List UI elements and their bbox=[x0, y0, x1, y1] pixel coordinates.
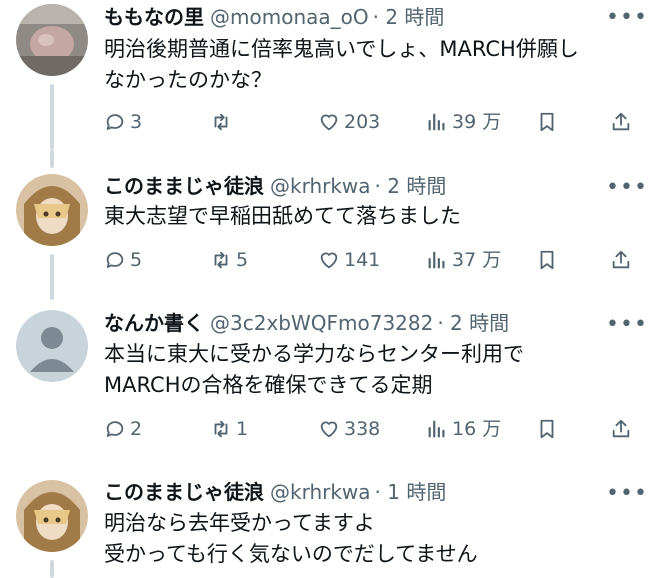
tweet-header: このままじゃ徒浪 @krhrkwa · 1 時間 bbox=[104, 479, 446, 505]
tweet-line: MARCHの合格を確保できてる定期 bbox=[104, 373, 433, 397]
tweet-text: 明治なら去年受かってますよ 受かっても行く気ないのでだしてません bbox=[104, 508, 478, 570]
like-count: 338 bbox=[344, 418, 381, 440]
heart-icon bbox=[320, 252, 338, 269]
retweet-count: 1 bbox=[236, 418, 249, 440]
like-count: 141 bbox=[344, 249, 381, 271]
timestamp[interactable]: · 2 時間 bbox=[437, 311, 509, 335]
heart-icon bbox=[320, 114, 338, 131]
tweet-line: 本当に東大に受かる学力ならセンター利用で bbox=[104, 342, 524, 366]
handle[interactable]: @krhrkwa bbox=[270, 480, 371, 504]
tweet-header: このままじゃ徒浪 @krhrkwa · 2 時間 bbox=[104, 173, 446, 199]
bookmark-icon bbox=[540, 419, 554, 439]
reply-icon bbox=[106, 114, 124, 130]
reply-count: 2 bbox=[130, 418, 143, 440]
display-name[interactable]: なんか書く bbox=[104, 311, 204, 335]
tweet-text: 東大志望で早稲田舐めてて落ちました bbox=[104, 201, 461, 232]
avatar-illustration bbox=[16, 174, 88, 246]
tweet-line: 受かっても行く気ないのでだしてません bbox=[104, 542, 478, 566]
heart-icon bbox=[320, 421, 338, 438]
thread-line bbox=[50, 560, 54, 578]
tweet-header: ももなの里 @momonaa_oO · 2 時間 bbox=[104, 4, 444, 30]
reply-button[interactable]: 2 bbox=[104, 415, 142, 443]
bookmark-button[interactable] bbox=[536, 415, 562, 443]
share-button[interactable] bbox=[610, 415, 636, 443]
share-button[interactable] bbox=[610, 108, 636, 136]
avatar-illustration bbox=[16, 480, 88, 552]
display-name[interactable]: ももなの里 bbox=[104, 5, 204, 29]
retweet-icon bbox=[214, 420, 228, 438]
views-icon bbox=[428, 113, 445, 131]
tweet-text: 本当に東大に受かる学力ならセンター利用で MARCHの合格を確保できてる定期 bbox=[104, 339, 524, 401]
reply-button[interactable]: 5 bbox=[104, 246, 142, 274]
bookmark-button[interactable] bbox=[536, 246, 562, 274]
display-name[interactable]: このままじゃ徒浪 bbox=[104, 174, 264, 198]
views-button[interactable]: 39 万 bbox=[426, 108, 501, 136]
views-button[interactable]: 37 万 bbox=[426, 246, 501, 274]
retweet-button[interactable] bbox=[210, 108, 236, 136]
avatar[interactable] bbox=[16, 480, 88, 552]
reply-count: 5 bbox=[130, 249, 143, 271]
more-icon[interactable]: ••• bbox=[606, 177, 648, 199]
tweet[interactable]: このままじゃ徒浪 @krhrkwa · 1 時間 ••• 明治なら去年受かってますよ… bbox=[0, 468, 650, 578]
handle[interactable]: @krhrkwa bbox=[270, 174, 371, 198]
view-count: 16 万 bbox=[452, 418, 502, 440]
views-icon bbox=[428, 251, 445, 269]
tweet-line: 東大志望で早稲田舐めてて落ちました bbox=[104, 204, 461, 228]
reply-icon bbox=[106, 421, 124, 437]
tweet-line: なかったのかな？ bbox=[104, 68, 272, 92]
handle[interactable]: @3c2xbWQFmo73282 bbox=[210, 311, 433, 335]
share-button[interactable] bbox=[610, 246, 636, 274]
display-name[interactable]: このままじゃ徒浪 bbox=[104, 480, 264, 504]
retweet-count: 5 bbox=[236, 249, 249, 271]
like-button[interactable]: 141 bbox=[318, 246, 380, 274]
share-icon bbox=[612, 112, 630, 131]
avatar[interactable] bbox=[16, 4, 88, 76]
views-button[interactable]: 16 万 bbox=[426, 415, 501, 443]
view-count: 37 万 bbox=[452, 249, 502, 271]
retweet-button[interactable]: 5 bbox=[210, 246, 248, 274]
reply-button[interactable]: 3 bbox=[104, 108, 142, 136]
share-icon bbox=[612, 250, 630, 269]
tweet[interactable]: なんか書く @3c2xbWQFmo73282 · 2 時間 ••• 本当に東大に受か… bbox=[0, 300, 650, 468]
thread-line bbox=[50, 254, 54, 300]
action-bar: 5 5 141 37 万 bbox=[104, 246, 634, 274]
more-icon[interactable]: ••• bbox=[606, 314, 648, 336]
handle[interactable]: @momonaa_oO bbox=[210, 5, 369, 29]
action-bar: 2 1 338 16 万 bbox=[104, 415, 634, 443]
like-button[interactable]: 338 bbox=[318, 415, 380, 443]
view-count: 39 万 bbox=[452, 111, 502, 133]
tweet-line: 明治後期普通に倍率鬼高いでしょ、MARCH併願し bbox=[104, 37, 579, 61]
like-button[interactable]: 203 bbox=[318, 108, 380, 136]
tweet-text: 明治後期普通に倍率鬼高いでしょ、MARCH併願し なかったのかな？ bbox=[104, 34, 579, 96]
avatar[interactable] bbox=[16, 174, 88, 246]
more-icon[interactable]: ••• bbox=[606, 483, 648, 505]
tweet-line: 明治なら去年受かってますよ bbox=[104, 511, 375, 535]
bookmark-icon bbox=[540, 250, 554, 270]
share-icon bbox=[612, 419, 630, 438]
retweet-icon bbox=[214, 251, 228, 269]
avatar[interactable] bbox=[16, 310, 88, 382]
thread-line bbox=[50, 150, 54, 168]
timestamp[interactable]: · 2 時間 bbox=[375, 174, 447, 198]
more-icon[interactable]: ••• bbox=[606, 7, 648, 29]
retweet-icon bbox=[214, 113, 228, 131]
reply-count: 3 bbox=[130, 111, 143, 133]
retweet-button[interactable]: 1 bbox=[210, 415, 248, 443]
reply-icon bbox=[106, 252, 124, 268]
tweet[interactable]: ももなの里 @momonaa_oO · 2 時間 ••• 明治後期普通に倍率鬼高いで… bbox=[0, 0, 650, 150]
tweet[interactable]: このままじゃ徒浪 @krhrkwa · 2 時間 ••• 東大志望で早稲田舐めてて落… bbox=[0, 150, 650, 300]
bookmark-icon bbox=[540, 112, 554, 132]
like-count: 203 bbox=[344, 111, 381, 133]
avatar-photo bbox=[16, 4, 88, 76]
thread-line bbox=[50, 84, 54, 150]
timestamp[interactable]: · 2 時間 bbox=[373, 5, 445, 29]
tweet-header: なんか書く @3c2xbWQFmo73282 · 2 時間 bbox=[104, 310, 509, 336]
timestamp[interactable]: · 1 時間 bbox=[375, 480, 447, 504]
action-bar: 3 203 39 万 bbox=[104, 108, 634, 136]
views-icon bbox=[428, 420, 445, 438]
bookmark-button[interactable] bbox=[536, 108, 562, 136]
default-avatar-icon bbox=[16, 310, 88, 382]
